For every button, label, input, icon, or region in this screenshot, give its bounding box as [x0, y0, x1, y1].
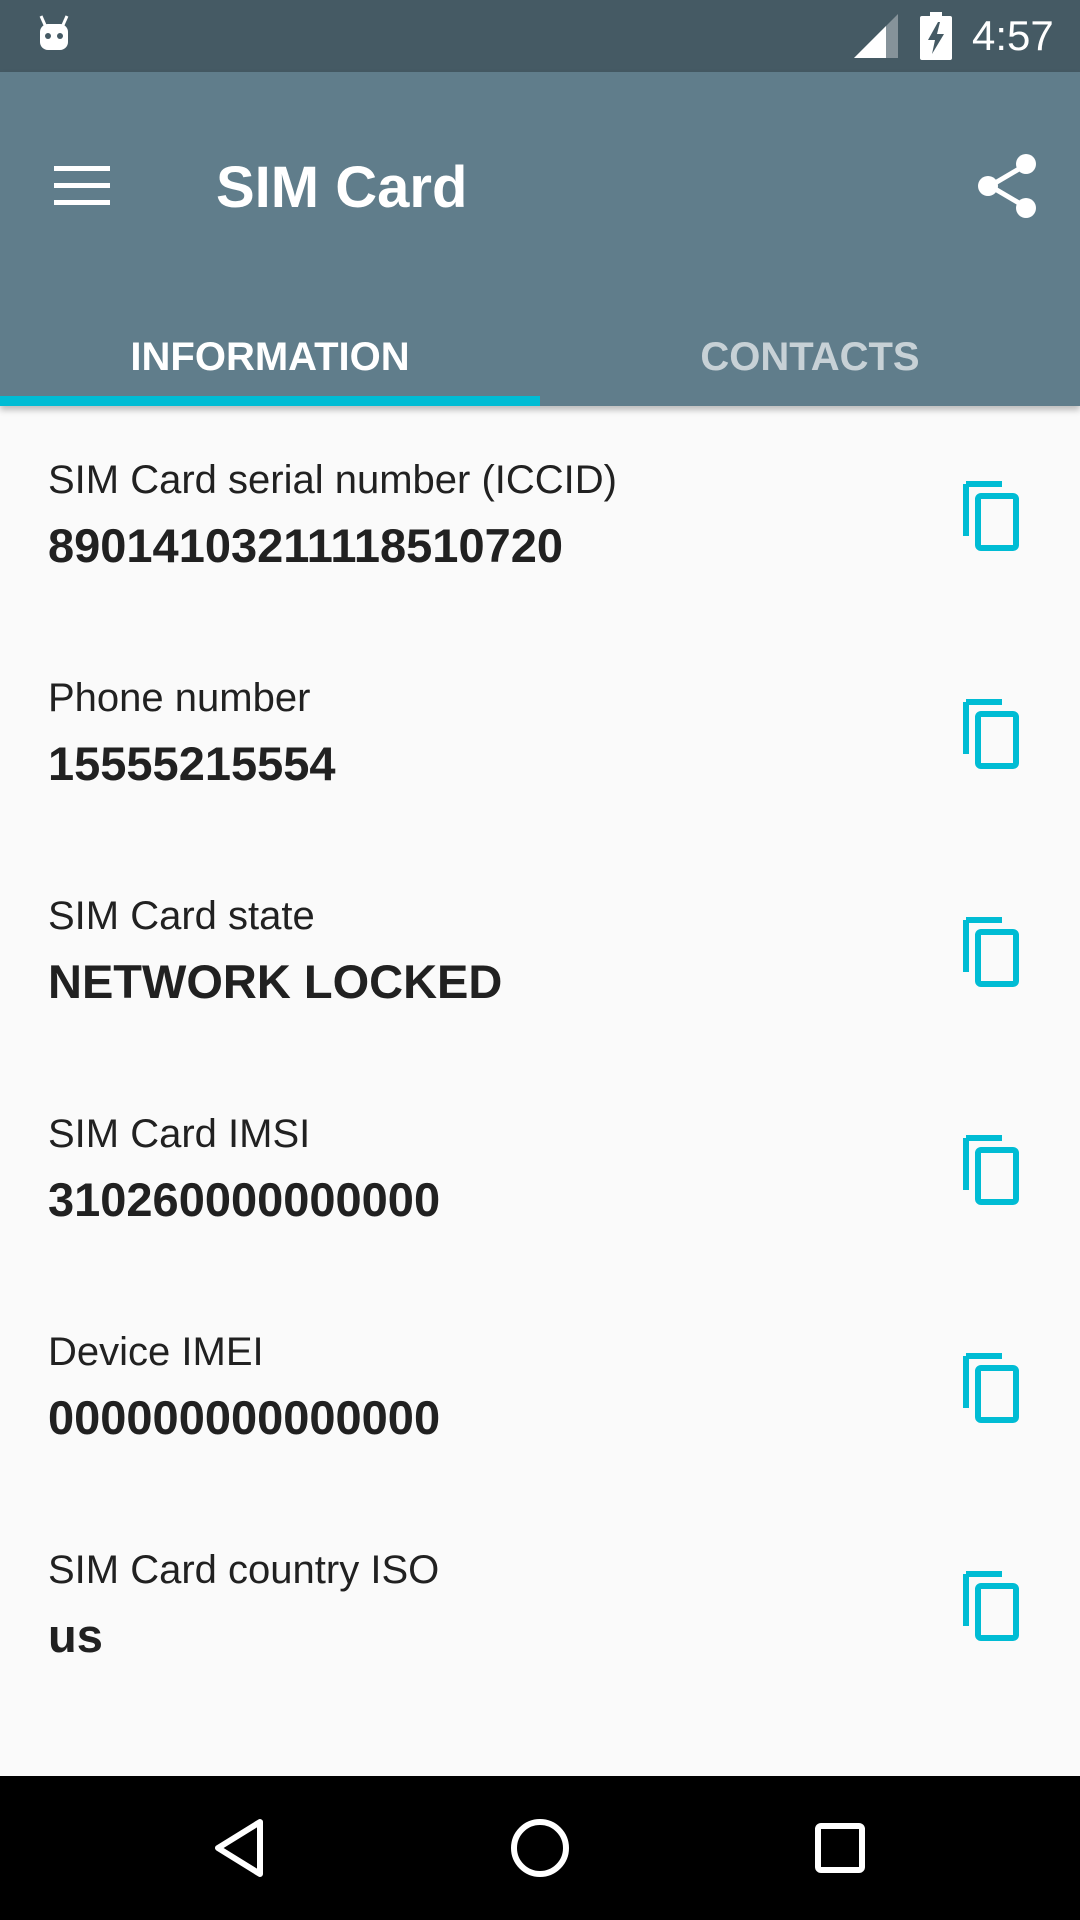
info-item-imsi: SIM Card IMSI 310260000000000: [0, 1060, 1080, 1278]
copy-imei-button[interactable]: [958, 1348, 1030, 1428]
copy-icon: [963, 1571, 1019, 1641]
info-label: SIM Card state: [48, 894, 315, 938]
copy-sim-state-button[interactable]: [958, 912, 1030, 992]
recents-button[interactable]: [804, 1812, 876, 1884]
share-button[interactable]: [966, 144, 1050, 228]
active-tab-indicator: [0, 396, 540, 406]
info-item-phone-number: Phone number 15555215554: [0, 624, 1080, 842]
status-bar: 4:57: [0, 0, 1080, 72]
info-value: NETWORK LOCKED: [48, 955, 503, 1008]
copy-icon: [963, 917, 1019, 987]
info-item-imei: Device IMEI 000000000000000: [0, 1278, 1080, 1496]
info-value: 8901410321111851072​0: [48, 519, 564, 572]
info-value: 310260000000000: [48, 1173, 441, 1226]
home-icon: [511, 1819, 569, 1877]
copy-icon: [963, 1353, 1019, 1423]
info-label: Device IMEI: [48, 1330, 264, 1374]
info-value: 000000000000000: [48, 1391, 441, 1444]
signal-icon: [854, 14, 898, 58]
share-icon: [978, 154, 1036, 218]
info-label: SIM Card IMSI: [48, 1112, 311, 1156]
information-list: SIM Card serial number (ICCID) 890141032…: [0, 406, 1080, 1776]
status-time: 4:57: [972, 12, 1054, 59]
copy-icon: [963, 481, 1019, 551]
copy-country-iso-button[interactable]: [958, 1566, 1030, 1646]
tab-information[interactable]: INFORMATION: [0, 308, 540, 406]
copy-phone-number-button[interactable]: [958, 694, 1030, 774]
back-icon: [215, 1819, 263, 1877]
copy-iccid-button[interactable]: [958, 476, 1030, 556]
recents-icon: [815, 1823, 865, 1873]
info-label: SIM Card serial number (ICCID): [48, 458, 618, 502]
hamburger-menu-icon: [54, 166, 110, 205]
tab-contacts[interactable]: CONTACTS: [540, 308, 1080, 406]
info-label: Phone number: [48, 676, 311, 720]
app-bar: SIM Card INFORMATION CONTACTS: [0, 72, 1080, 406]
copy-imsi-button[interactable]: [958, 1130, 1030, 1210]
info-item-sim-state: SIM Card state NETWORK LOCKED: [0, 842, 1080, 1060]
info-value: 15555215554: [48, 737, 336, 790]
app-title: SIM Card: [216, 155, 468, 220]
menu-button[interactable]: [40, 144, 124, 228]
copy-icon: [963, 699, 1019, 769]
tab-bar: INFORMATION CONTACTS: [0, 308, 1080, 406]
info-item-iccid: SIM Card serial number (ICCID) 890141032…: [0, 406, 1080, 624]
info-label: SIM Card country ISO: [48, 1548, 440, 1592]
battery-charging-icon: [920, 12, 952, 60]
android-icon: [39, 15, 69, 50]
back-button[interactable]: [204, 1812, 276, 1884]
home-button[interactable]: [504, 1812, 576, 1884]
copy-icon: [963, 1135, 1019, 1205]
navigation-bar: [0, 1776, 1080, 1920]
info-item-country-iso: SIM Card country ISO us: [0, 1496, 1080, 1714]
info-value: us: [48, 1609, 103, 1662]
